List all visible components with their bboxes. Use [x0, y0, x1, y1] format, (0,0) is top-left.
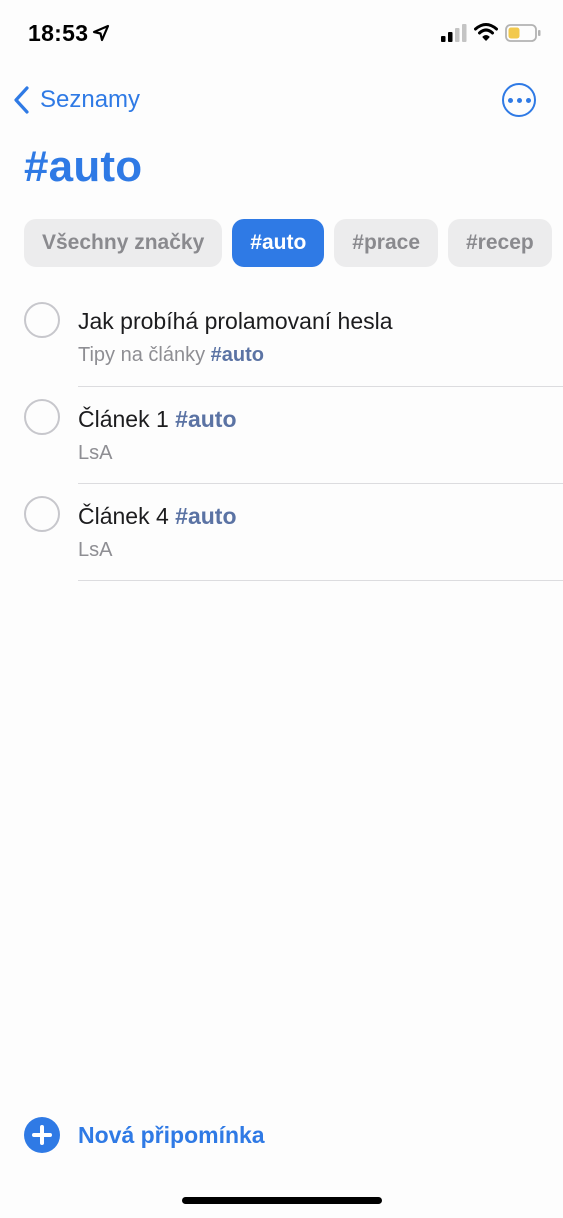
page-title: #auto [24, 142, 143, 191]
reminder-title: Článek 1 #auto [78, 406, 237, 433]
reminder-subtitle: LsA [78, 539, 112, 562]
reminder-list-name: LsA [78, 442, 113, 464]
new-reminder-label: Nová připomínka [78, 1121, 265, 1148]
reminder-title: Článek 4 #auto [78, 503, 237, 530]
tag-chip-recep[interactable]: #recep [448, 219, 552, 267]
reminder-title: Jak probíhá prolamovaní hesla [78, 308, 393, 335]
tag-filter-bar: Všechny značky #auto #prace #recep [24, 219, 563, 267]
reminder-title-text: Článek 1 [78, 406, 169, 432]
reminder-item[interactable]: Jak probíhá prolamovaní hesla Tipy na čl… [0, 290, 563, 387]
completion-circle[interactable] [24, 399, 60, 435]
completion-circle[interactable] [24, 302, 60, 338]
dot [507, 97, 513, 103]
tag-chip-prace[interactable]: #prace [334, 219, 438, 267]
chevron-left-icon [14, 86, 29, 114]
reminder-tag[interactable]: #auto [175, 503, 236, 529]
dot [525, 97, 531, 103]
status-bar: 18:53 [0, 0, 563, 70]
dot [516, 97, 522, 103]
new-reminder-button[interactable]: Nová připomínka [24, 1117, 265, 1153]
reminder-list-name: Tipy na články [78, 344, 206, 366]
plus-circle-icon [24, 1117, 60, 1153]
reminder-subtitle: LsA [78, 442, 112, 465]
reminder-list-name: LsA [78, 539, 113, 561]
battery-icon [505, 24, 541, 42]
reminder-subtitle: Tipy na články #auto [78, 344, 264, 367]
ellipsis-circle-icon[interactable] [502, 83, 536, 117]
reminder-title-text: Článek 4 [78, 503, 169, 529]
status-time: 18:53 [28, 20, 89, 46]
navigation-bar: Seznamy [0, 76, 563, 124]
reminder-item[interactable]: Článek 4 #auto LsA [0, 484, 563, 581]
back-button[interactable]: Seznamy [12, 82, 140, 118]
reminder-title-text: Jak probíhá prolamovaní hesla [78, 308, 393, 334]
cellular-signal-icon [441, 24, 467, 42]
reminder-item[interactable]: Článek 1 #auto LsA [0, 387, 563, 484]
reminder-tag[interactable]: #auto [175, 406, 236, 432]
divider [78, 580, 563, 581]
wifi-icon [474, 23, 498, 41]
tag-chip-auto[interactable]: #auto [232, 219, 325, 267]
location-arrow-icon [92, 24, 110, 42]
home-indicator[interactable] [182, 1197, 382, 1204]
reminder-tag[interactable]: #auto [211, 344, 264, 366]
reminder-list: Jak probíhá prolamovaní hesla Tipy na čl… [0, 290, 563, 581]
back-label: Seznamy [40, 86, 141, 113]
tag-chip-all[interactable]: Všechny značky [24, 219, 223, 267]
completion-circle[interactable] [24, 496, 60, 532]
